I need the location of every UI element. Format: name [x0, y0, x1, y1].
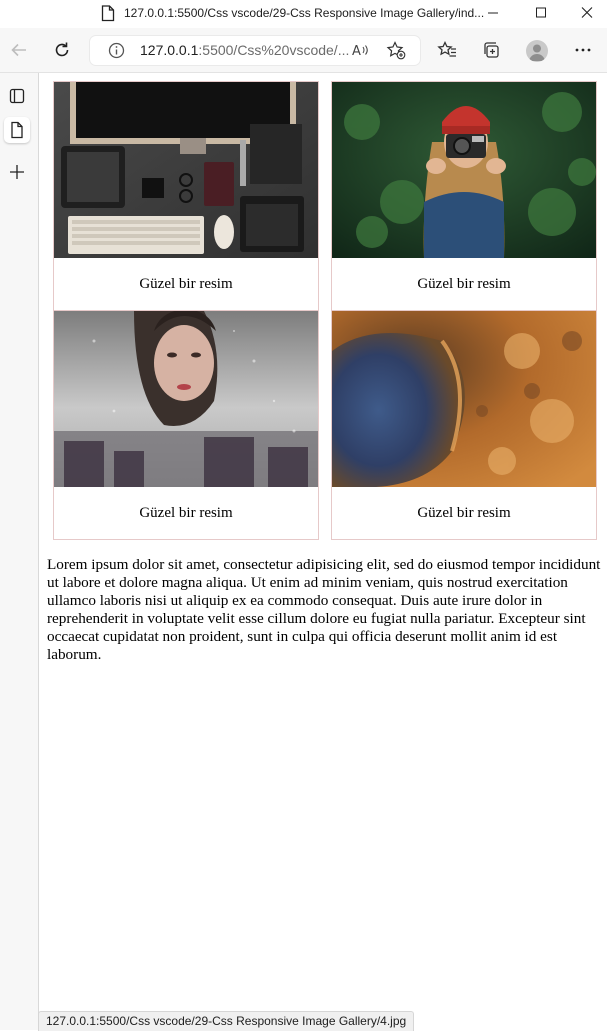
site-info-icon[interactable]	[108, 42, 125, 64]
lorem-paragraph: Lorem ipsum dolor sit amet, consectetur …	[47, 556, 601, 663]
vertical-tabs-sidebar	[0, 73, 39, 1030]
status-link-preview: 127.0.0.1:5500/Css vscode/29-Css Respons…	[38, 1011, 415, 1031]
maximize-button[interactable]	[531, 4, 551, 22]
profile-avatar[interactable]	[526, 40, 548, 62]
page-content: Güzel bir resim Güzel bir resim Güzel bi…	[39, 73, 607, 1030]
collections-icon[interactable]	[481, 40, 501, 60]
url-text[interactable]: 127.0.0.1:5500/Css%20vscode/...	[140, 42, 349, 58]
address-bar[interactable]: 127.0.0.1:5500/Css%20vscode/... A	[90, 36, 420, 65]
gallery-image-crater[interactable]	[332, 311, 596, 487]
close-window-button[interactable]	[577, 4, 597, 22]
gallery-caption: Güzel bir resim	[417, 275, 511, 292]
read-aloud-icon[interactable]: A	[352, 42, 370, 64]
gallery-image-photographer[interactable]	[332, 82, 596, 258]
tab-actions-icon[interactable]	[4, 83, 30, 109]
gallery-item[interactable]: Güzel bir resim	[53, 81, 319, 311]
more-options-icon[interactable]	[573, 40, 593, 60]
window-title: 127.0.0.1:5500/Css vscode/29-Css Respons…	[124, 6, 485, 20]
gallery-item[interactable]: Güzel bir resim	[331, 310, 597, 540]
gallery-caption: Güzel bir resim	[417, 504, 511, 521]
minimize-button[interactable]	[483, 4, 503, 22]
current-tab-icon[interactable]	[4, 117, 30, 143]
add-to-favorites-icon[interactable]	[386, 41, 406, 65]
gallery-image-desk[interactable]	[54, 82, 318, 258]
browser-toolbar: 127.0.0.1:5500/Css%20vscode/... A	[0, 28, 607, 73]
url-host: 127.0.0.1	[140, 42, 199, 58]
url-path: :5500/Css%20vscode/...	[198, 42, 350, 58]
new-tab-icon[interactable]	[4, 159, 30, 185]
favorites-icon[interactable]	[437, 40, 457, 60]
gallery-item[interactable]: Güzel bir resim	[331, 81, 597, 311]
gallery-image-woman-glass[interactable]	[54, 311, 318, 487]
back-button[interactable]	[9, 40, 29, 60]
title-bar: 127.0.0.1:5500/Css vscode/29-Css Respons…	[0, 0, 607, 28]
refresh-button[interactable]	[52, 40, 72, 60]
gallery-caption: Güzel bir resim	[139, 504, 233, 521]
gallery-caption: Güzel bir resim	[139, 275, 233, 292]
svg-text:A: A	[352, 44, 361, 59]
page-document-icon	[101, 5, 115, 27]
gallery-item[interactable]: Güzel bir resim	[53, 310, 319, 540]
